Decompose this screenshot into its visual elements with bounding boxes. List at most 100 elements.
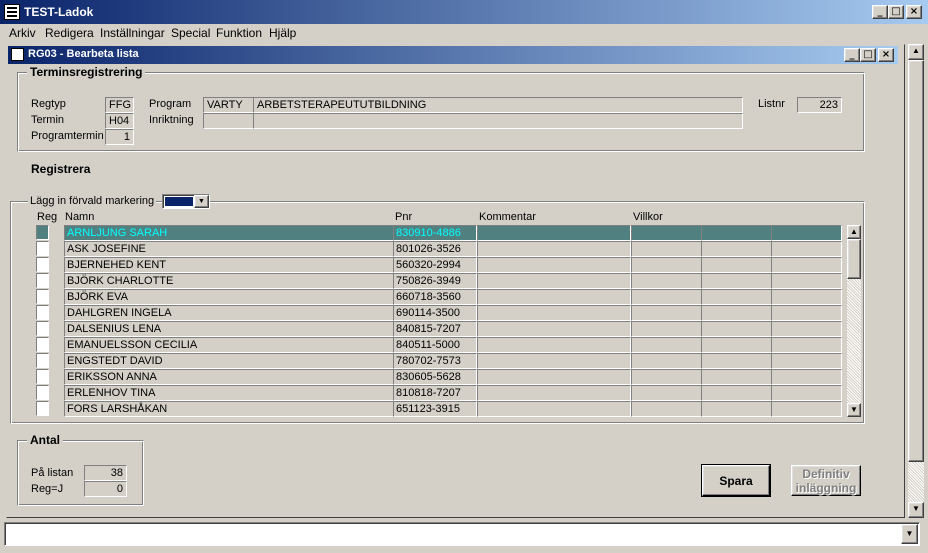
pnr-cell[interactable]: 830910-4886 bbox=[393, 225, 477, 241]
scroll-down-icon[interactable]: ▼ bbox=[908, 502, 924, 518]
document-icon[interactable] bbox=[11, 48, 24, 61]
menu-arkiv[interactable]: Arkiv bbox=[9, 26, 36, 40]
minimize-icon[interactable]: _ bbox=[872, 5, 888, 19]
termin-field[interactable]: H04 bbox=[105, 113, 134, 129]
menu-redigera[interactable]: Redigera bbox=[45, 26, 94, 40]
program-code-field[interactable]: VARTY bbox=[203, 97, 254, 113]
list-scroll-down-icon[interactable]: ▼ bbox=[847, 403, 861, 417]
chevron-down-icon[interactable]: ▼ bbox=[194, 195, 209, 208]
namn-cell[interactable]: EMANUELSSON CECILIA bbox=[64, 337, 394, 353]
list-vertical-scrollbar[interactable]: ▲ ▼ bbox=[847, 225, 861, 417]
reg-checkbox[interactable] bbox=[36, 401, 49, 416]
kommentar-cell[interactable] bbox=[477, 385, 631, 401]
extra-cell[interactable] bbox=[701, 305, 772, 321]
child-title-bar[interactable]: RG03 - Bearbeta lista _ □ × bbox=[8, 46, 898, 64]
extra-cell[interactable] bbox=[771, 337, 842, 353]
kommentar-cell[interactable] bbox=[477, 337, 631, 353]
window-vertical-scrollbar[interactable]: ▲ ▼ bbox=[908, 44, 924, 518]
table-row[interactable]: ENGSTEDT DAVID 780702-7573 bbox=[36, 353, 842, 369]
extra-cell[interactable] bbox=[771, 241, 842, 257]
child-close-icon[interactable]: × bbox=[878, 48, 894, 62]
menu-special[interactable]: Special bbox=[171, 26, 210, 40]
child-maximize-icon[interactable]: □ bbox=[860, 48, 876, 62]
programtermin-field[interactable]: 1 bbox=[105, 129, 134, 145]
kommentar-cell[interactable] bbox=[477, 369, 631, 385]
kommentar-cell[interactable] bbox=[477, 241, 631, 257]
app-title-bar[interactable]: TEST-Ladok _ □ × bbox=[0, 0, 928, 24]
namn-cell[interactable]: FORS LARSHÅKAN bbox=[64, 401, 394, 417]
extra-cell[interactable] bbox=[771, 225, 842, 241]
pnr-cell[interactable]: 660718-3560 bbox=[393, 289, 477, 305]
table-row[interactable]: FORS LARSHÅKAN 651123-3915 bbox=[36, 401, 842, 417]
definitiv-inlaggning-button[interactable]: Definitiv inläggning bbox=[791, 465, 861, 496]
namn-cell[interactable]: ERLENHOV TINA bbox=[64, 385, 394, 401]
extra-cell[interactable] bbox=[701, 257, 772, 273]
reg-checkbox[interactable] bbox=[36, 353, 49, 368]
villkor-cell[interactable] bbox=[631, 321, 702, 337]
kommentar-cell[interactable] bbox=[477, 289, 631, 305]
table-row[interactable]: BJERNEHED KENT 560320-2994 bbox=[36, 257, 842, 273]
listnr-field[interactable]: 223 bbox=[797, 97, 842, 113]
pnr-cell[interactable]: 840511-5000 bbox=[393, 337, 477, 353]
namn-cell[interactable]: ASK JOSEFINE bbox=[64, 241, 394, 257]
extra-cell[interactable] bbox=[701, 241, 772, 257]
reg-checkbox[interactable] bbox=[36, 241, 49, 256]
table-row[interactable]: BJÖRK CHARLOTTE 750826-3949 bbox=[36, 273, 842, 289]
kommentar-cell[interactable] bbox=[477, 353, 631, 369]
table-row[interactable]: DAHLGREN INGELA 690114-3500 bbox=[36, 305, 842, 321]
pnr-cell[interactable]: 560320-2994 bbox=[393, 257, 477, 273]
reg-checkbox[interactable] bbox=[36, 305, 49, 320]
extra-cell[interactable] bbox=[771, 385, 842, 401]
extra-cell[interactable] bbox=[771, 257, 842, 273]
reg-checkbox[interactable] bbox=[36, 337, 49, 352]
extra-cell[interactable] bbox=[701, 337, 772, 353]
menu-funktion[interactable]: Funktion bbox=[216, 26, 262, 40]
status-combo[interactable]: ▼ bbox=[4, 522, 920, 546]
kommentar-cell[interactable] bbox=[477, 305, 631, 321]
kommentar-cell[interactable] bbox=[477, 273, 631, 289]
extra-cell[interactable] bbox=[771, 353, 842, 369]
pnr-cell[interactable]: 810818-7207 bbox=[393, 385, 477, 401]
kommentar-cell[interactable] bbox=[477, 401, 631, 417]
villkor-cell[interactable] bbox=[631, 241, 702, 257]
namn-cell[interactable]: BJERNEHED KENT bbox=[64, 257, 394, 273]
child-minimize-icon[interactable]: _ bbox=[844, 48, 860, 62]
extra-cell[interactable] bbox=[701, 321, 772, 337]
list-scroll-up-icon[interactable]: ▲ bbox=[847, 225, 861, 239]
table-row[interactable]: ARNLJUNG SARAH 830910-4886 bbox=[36, 225, 842, 241]
villkor-cell[interactable] bbox=[631, 401, 702, 417]
villkor-cell[interactable] bbox=[631, 257, 702, 273]
villkor-cell[interactable] bbox=[631, 385, 702, 401]
villkor-cell[interactable] bbox=[631, 369, 702, 385]
inriktning-code-field[interactable] bbox=[203, 113, 254, 129]
pnr-cell[interactable]: 690114-3500 bbox=[393, 305, 477, 321]
extra-cell[interactable] bbox=[771, 273, 842, 289]
kommentar-cell[interactable] bbox=[477, 225, 631, 241]
table-row[interactable]: EMANUELSSON CECILIA 840511-5000 bbox=[36, 337, 842, 353]
namn-cell[interactable]: BJÖRK EVA bbox=[64, 289, 394, 305]
table-row[interactable]: DALSENIUS LENA 840815-7207 bbox=[36, 321, 842, 337]
extra-cell[interactable] bbox=[701, 273, 772, 289]
scroll-thumb[interactable] bbox=[908, 60, 924, 462]
extra-cell[interactable] bbox=[701, 401, 772, 417]
reg-checkbox[interactable] bbox=[36, 321, 49, 336]
extra-cell[interactable] bbox=[771, 321, 842, 337]
close-icon[interactable]: × bbox=[906, 5, 922, 19]
list-scroll-thumb[interactable] bbox=[847, 239, 861, 279]
reg-checkbox[interactable] bbox=[36, 289, 49, 304]
reg-checkbox[interactable] bbox=[36, 385, 49, 400]
villkor-cell[interactable] bbox=[631, 353, 702, 369]
extra-cell[interactable] bbox=[701, 225, 772, 241]
villkor-cell[interactable] bbox=[631, 337, 702, 353]
villkor-cell[interactable] bbox=[631, 305, 702, 321]
extra-cell[interactable] bbox=[771, 289, 842, 305]
extra-cell[interactable] bbox=[701, 289, 772, 305]
pa-listan-field[interactable]: 38 bbox=[84, 465, 127, 481]
extra-cell[interactable] bbox=[701, 369, 772, 385]
extra-cell[interactable] bbox=[771, 369, 842, 385]
pnr-cell[interactable]: 780702-7573 bbox=[393, 353, 477, 369]
reg-j-field[interactable]: 0 bbox=[84, 481, 127, 497]
pnr-cell[interactable]: 830605-5628 bbox=[393, 369, 477, 385]
reg-checkbox[interactable] bbox=[36, 257, 49, 272]
extra-cell[interactable] bbox=[701, 353, 772, 369]
